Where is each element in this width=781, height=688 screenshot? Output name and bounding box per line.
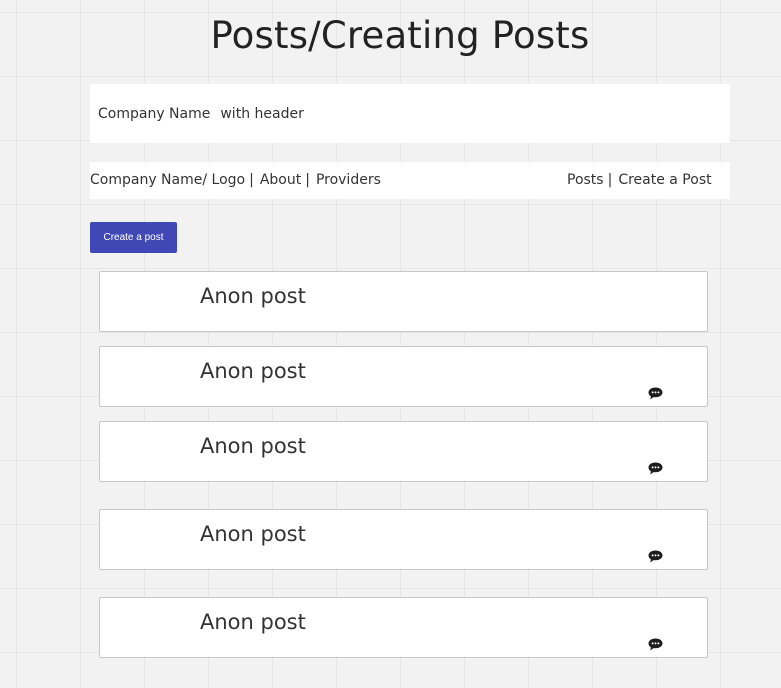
comment-icon[interactable] xyxy=(648,550,663,563)
nav-link-about[interactable]: About xyxy=(260,172,301,188)
comment-icon[interactable] xyxy=(648,387,663,400)
post-card[interactable]: Anon post xyxy=(99,346,708,407)
header-subtitle: with header xyxy=(220,105,304,122)
nav-left-group: Company Name/ Logo | About | Providers xyxy=(90,172,381,188)
nav-link-create-post[interactable]: Create a Post xyxy=(618,172,711,188)
comment-icon[interactable] xyxy=(648,638,663,651)
nav-bar: Company Name/ Logo | About | Providers Posts… xyxy=(90,162,730,199)
nav-separator: | xyxy=(249,172,254,188)
post-title: Anon post xyxy=(200,284,306,308)
post-title: Anon post xyxy=(200,434,306,458)
create-post-button[interactable]: Create a post xyxy=(90,222,177,253)
comment-icon[interactable] xyxy=(648,462,663,475)
post-title: Anon post xyxy=(200,610,306,634)
post-card[interactable]: Anon post xyxy=(99,421,708,482)
post-title: Anon post xyxy=(200,359,306,383)
post-card[interactable]: Anon post xyxy=(99,597,708,658)
nav-separator: | xyxy=(607,172,613,188)
nav-right-group: Posts | Create a Post xyxy=(567,172,712,188)
page-title: Posts/Creating Posts xyxy=(210,14,590,57)
header-company-name: Company Name xyxy=(98,105,211,122)
nav-separator: | xyxy=(305,172,310,188)
nav-link-providers[interactable]: Providers xyxy=(316,172,381,188)
post-card[interactable]: Anon post xyxy=(99,271,708,332)
post-card[interactable]: Anon post xyxy=(99,509,708,570)
header-bar: Company Name with header xyxy=(90,84,730,143)
nav-link-logo[interactable]: Company Name/ Logo xyxy=(90,172,245,188)
post-title: Anon post xyxy=(200,522,306,546)
nav-link-posts[interactable]: Posts xyxy=(567,172,604,188)
